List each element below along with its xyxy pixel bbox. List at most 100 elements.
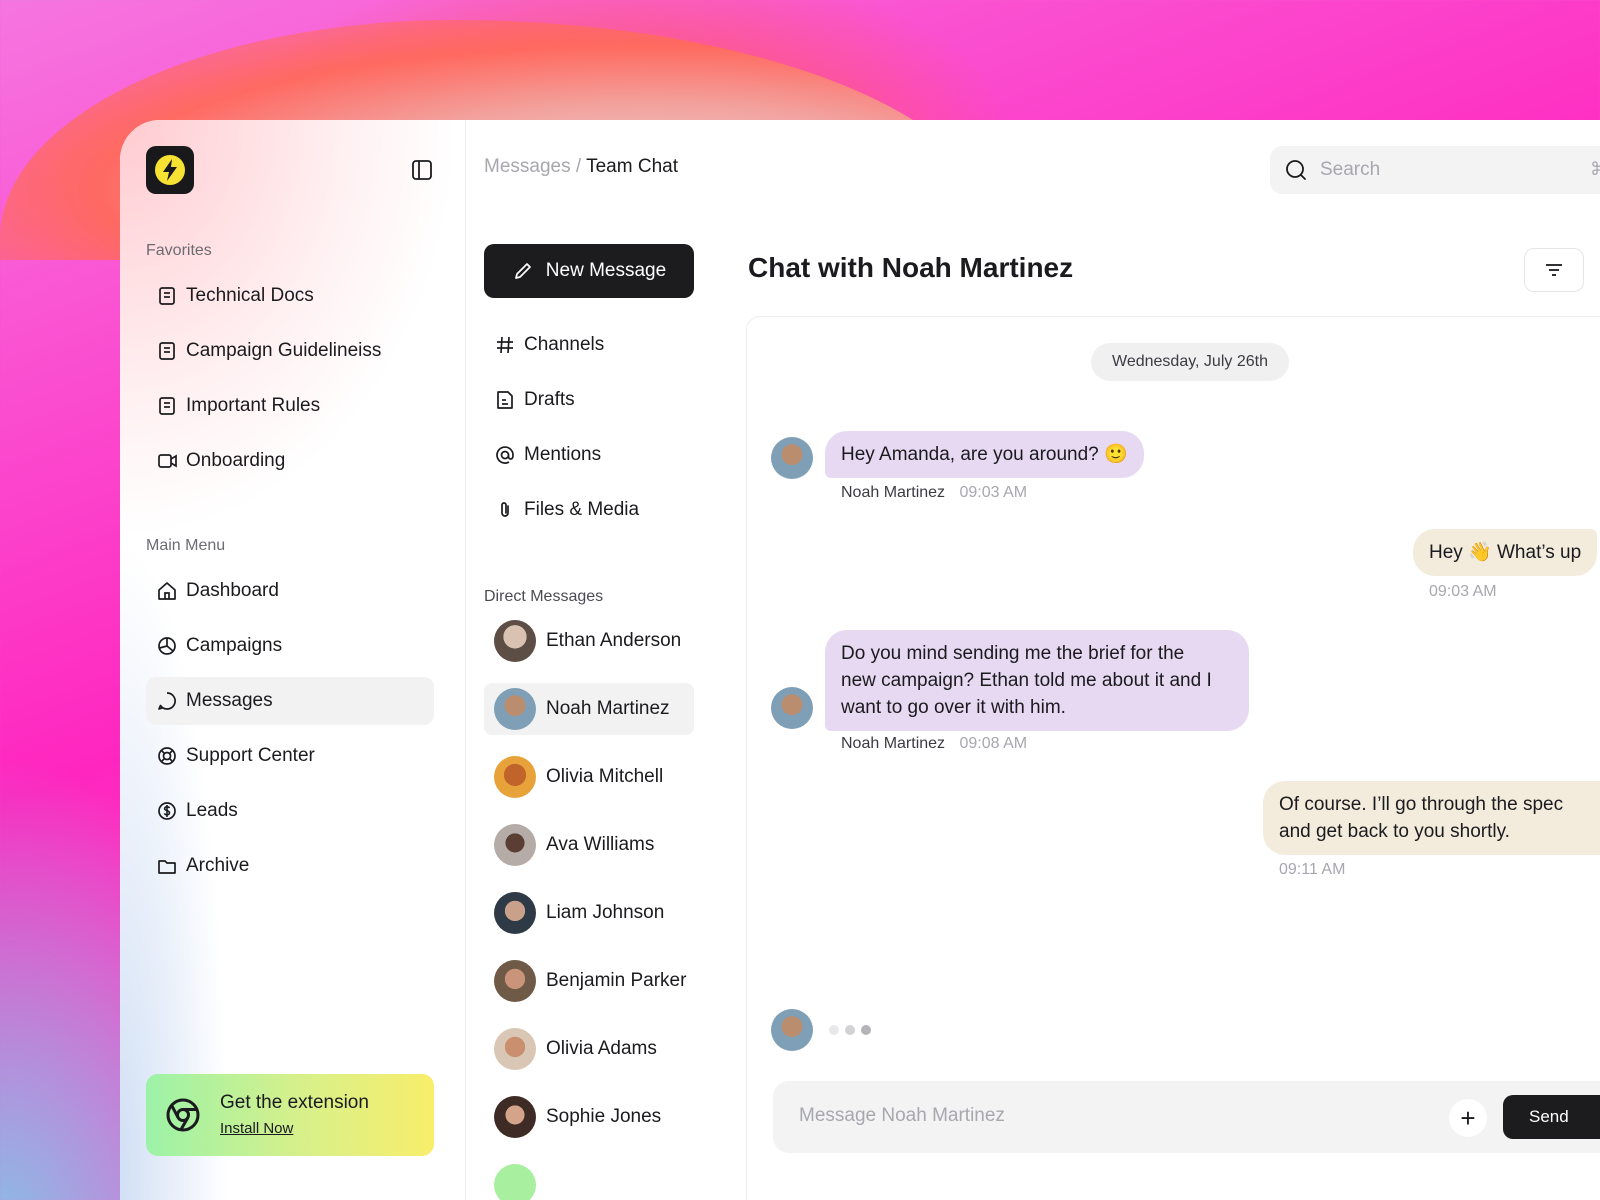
attach-button[interactable]: + (1449, 1099, 1487, 1137)
message-line: Do you mind sending me the brief for the (841, 643, 1185, 664)
message-bubble-incoming: Do you mind sending me the brief for the… (825, 630, 1249, 731)
dm-name: Olivia Mitchell (546, 766, 664, 787)
new-message-label: New Message (545, 260, 667, 281)
dm-noah-martinez[interactable]: Noah Martinez (484, 683, 694, 735)
breadcrumb-current: Team Chat (586, 156, 678, 177)
dm-name: Ethan Anderson (546, 630, 682, 651)
dm-benjamin-parker[interactable]: Benjamin Parker (484, 955, 694, 1007)
dm-olivia-adams[interactable]: Olivia Adams (484, 1023, 694, 1075)
avatar (494, 688, 536, 730)
document-icon (156, 285, 178, 307)
main-menu-label: Main Menu (146, 537, 226, 554)
install-now-link[interactable]: Install Now (220, 1120, 293, 1137)
chat-title: Chat with Noah Martinez (748, 252, 1074, 283)
sidebar-item-label: Archive (186, 855, 250, 876)
dm-sophie-jones[interactable]: Sophie Jones (484, 1091, 694, 1143)
message-line: new campaign? Ethan told me about it and… (841, 670, 1212, 691)
message-meta: Noah Martinez 09:03 AM (841, 484, 1027, 502)
sidebar-item-label: Campaign Guidelineiss (186, 340, 382, 361)
home-icon (156, 580, 178, 602)
sidebar-item-onboarding[interactable]: Onboarding (146, 437, 434, 485)
nav-label: Mentions (524, 444, 602, 465)
sidebar-item-label: Support Center (186, 745, 315, 766)
filter-button[interactable] (1524, 248, 1584, 292)
avatar (494, 620, 536, 662)
nav-channels[interactable]: Channels (484, 323, 694, 367)
avatar (494, 1028, 536, 1070)
dm-ethan-anderson[interactable]: Ethan Anderson (484, 615, 694, 667)
nav-files-media[interactable]: Files & Media (484, 488, 694, 532)
avatar (494, 892, 536, 934)
app-window: Favorites Technical Docs Campaign Guidel… (120, 120, 1600, 1200)
app-logo[interactable] (146, 146, 194, 194)
avatar (494, 756, 536, 798)
sidebar-item-label: Technical Docs (186, 285, 314, 306)
sidebar-item-archive[interactable]: Archive (146, 842, 434, 890)
sidebar-toggle-button[interactable] (410, 158, 434, 182)
chat-panel: Wednesday, July 26th Hey Amanda, are you… (746, 316, 1600, 1200)
direct-messages-label: Direct Messages (484, 588, 604, 605)
chat-icon (156, 690, 178, 712)
breadcrumb: Messages / Team Chat (484, 156, 678, 178)
dm-name: Ava Williams (546, 834, 655, 855)
message-meta: 09:03 AM (1429, 583, 1497, 601)
sidebar-item-campaigns[interactable]: Campaigns (146, 622, 434, 670)
video-icon (156, 450, 178, 472)
document-icon (156, 340, 178, 362)
paperclip-icon (494, 499, 516, 521)
at-icon (494, 444, 516, 466)
avatar (494, 960, 536, 1002)
dm-name: Liam Johnson (546, 902, 665, 923)
avatar (494, 824, 536, 866)
sidebar-item-important-rules[interactable]: Important Rules (146, 382, 434, 430)
message-time: 09:03 AM (1429, 583, 1497, 600)
typing-indicator (829, 1025, 871, 1035)
breadcrumb-parent[interactable]: Messages (484, 156, 571, 177)
nav-label: Files & Media (524, 499, 640, 520)
nav-drafts[interactable]: Drafts (484, 378, 694, 422)
sidebar-panel-icon (412, 160, 432, 180)
sidebar-item-leads[interactable]: Leads (146, 787, 434, 835)
new-message-button[interactable]: New Message (484, 244, 694, 298)
hash-icon (494, 334, 516, 356)
sidebar-item-label: Onboarding (186, 450, 286, 471)
extension-promo-card: Get the extension Install Now (146, 1074, 434, 1156)
message-input[interactable]: Message Noah Martinez (799, 1105, 1005, 1127)
typing-dot (845, 1025, 855, 1035)
sidebar-item-technical-docs[interactable]: Technical Docs (146, 272, 434, 320)
lifebuoy-icon (156, 745, 178, 767)
avatar (494, 1164, 536, 1200)
sidebar-item-label: Important Rules (186, 395, 321, 416)
message-line: want to go over it with him. (841, 697, 1066, 718)
message-line: Of course. I’ll go through the spec (1279, 794, 1564, 815)
message-time: 09:11 AM (1279, 861, 1346, 878)
dm-name: Benjamin Parker (546, 970, 687, 991)
chrome-icon (166, 1098, 200, 1132)
sidebar-item-dashboard[interactable]: Dashboard (146, 567, 434, 615)
dm-liam-johnson[interactable]: Liam Johnson (484, 887, 694, 939)
sidebar-item-campaign-guidelines[interactable]: Campaign Guidelineiss (146, 327, 434, 375)
sidebar-item-support-center[interactable]: Support Center (146, 732, 434, 780)
dm-olivia-mitchell[interactable]: Olivia Mitchell (484, 751, 694, 803)
breadcrumb-separator: / (575, 156, 582, 177)
favorites-label: Favorites (146, 242, 212, 259)
dm-ava-williams[interactable]: Ava Williams (484, 819, 694, 871)
dollar-icon (156, 800, 178, 822)
search-input[interactable]: Search ⌘ / (1270, 146, 1600, 194)
document-icon (156, 395, 178, 417)
message-sender: Noah Martinez (841, 735, 946, 752)
send-button[interactable]: Send (1503, 1095, 1600, 1139)
search-shortcut: ⌘ / (1589, 159, 1600, 179)
sidebar-item-messages[interactable]: Messages (146, 677, 434, 725)
nav-mentions[interactable]: Mentions (484, 433, 694, 477)
pie-chart-icon (156, 635, 178, 657)
folder-icon (156, 855, 178, 877)
search-icon (1286, 160, 1306, 180)
message-time: 09:03 AM (959, 484, 1028, 501)
avatar (771, 687, 813, 729)
plus-icon: + (1460, 1102, 1476, 1133)
date-separator: Wednesday, July 26th (1091, 343, 1289, 381)
message-sender: Noah Martinez (841, 484, 946, 501)
dm-name: Olivia Adams (546, 1038, 657, 1059)
message-meta: Noah Martinez 09:08 AM (841, 735, 1027, 753)
